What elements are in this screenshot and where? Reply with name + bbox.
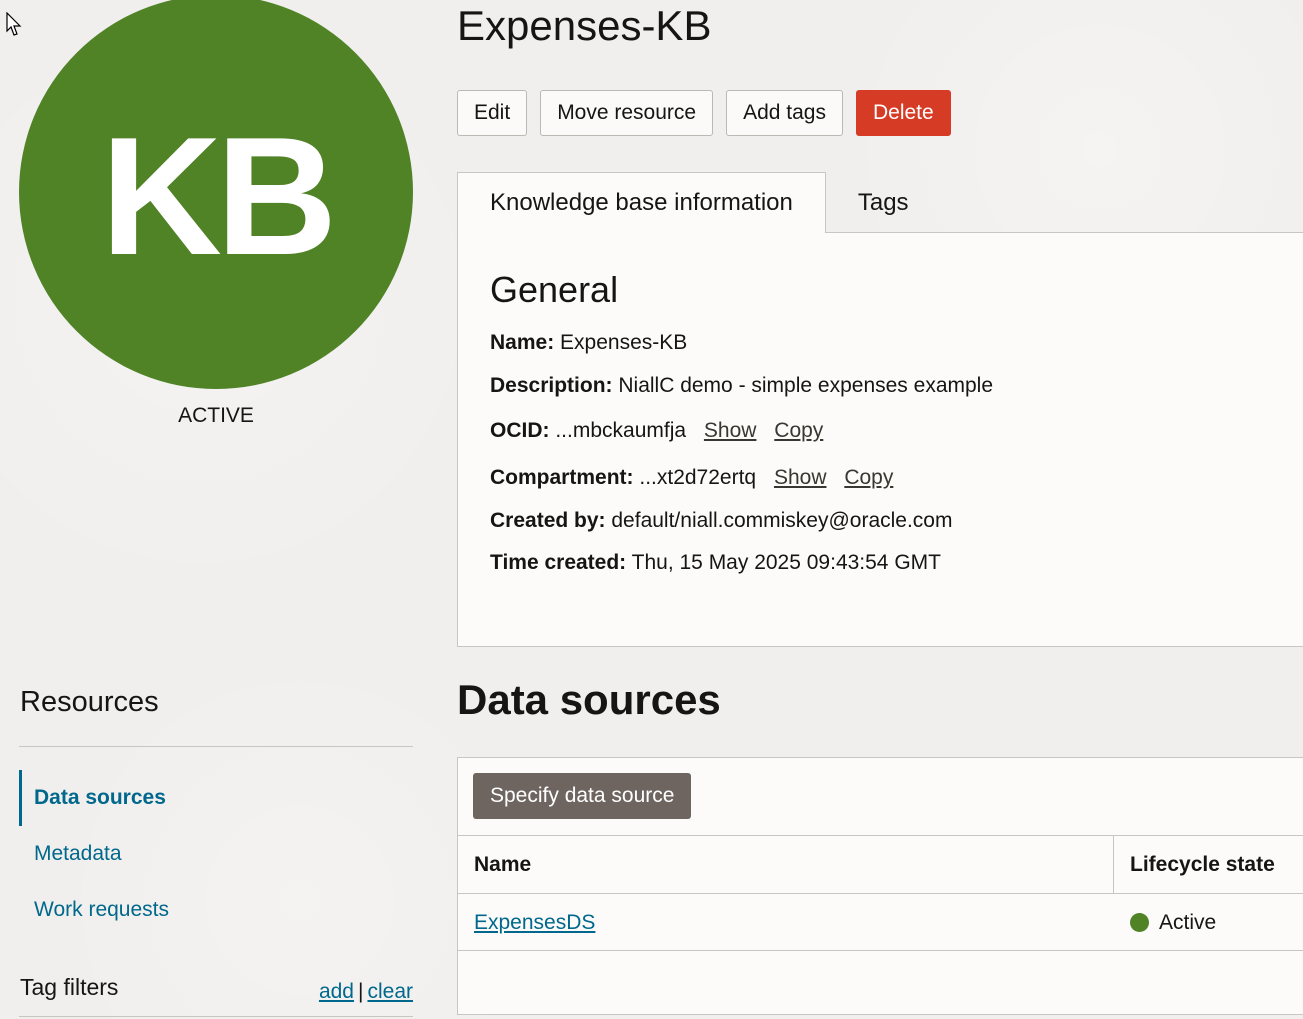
tab-tags[interactable]: Tags: [826, 172, 941, 233]
field-compartment-value: ...xt2d72ertq: [639, 466, 757, 489]
data-sources-panel: Specify data source Name Lifecycle state…: [457, 757, 1303, 1015]
knowledge-base-avatar: KB: [19, 0, 413, 389]
tag-filters-title: Tag filters: [20, 974, 119, 1000]
field-compartment-label: Compartment:: [490, 466, 634, 489]
data-sources-title: Data sources: [457, 676, 721, 723]
field-created-by: Created by: default/niall.commiskey@orac…: [490, 509, 952, 533]
field-time-created-value: Thu, 15 May 2025 09:43:54 GMT: [631, 551, 941, 574]
field-created-by-label: Created by:: [490, 509, 606, 532]
add-tags-button[interactable]: Add tags: [726, 90, 843, 136]
field-name-label: Name:: [490, 331, 555, 354]
data-source-state: Active: [1159, 910, 1217, 934]
field-name: Name: Expenses-KB: [490, 331, 687, 355]
resources-item-work-requests[interactable]: Work requests: [19, 882, 413, 938]
move-resource-button[interactable]: Move resource: [540, 90, 714, 136]
field-ocid-value: ...mbckaumfja: [555, 419, 687, 442]
page-title: Expenses-KB: [457, 2, 712, 49]
data-sources-table: Name Lifecycle state ExpensesDS Active: [458, 835, 1303, 951]
field-created-by-value: default/niall.commiskey@oracle.com: [611, 509, 953, 532]
tag-filters-links: add | clear: [319, 980, 413, 1004]
field-ocid-label: OCID:: [490, 419, 550, 442]
resources-nav: Data sources Metadata Work requests: [19, 770, 413, 938]
field-time-created: Time created: Thu, 15 May 2025 09:43:54 …: [490, 551, 941, 575]
detail-tabs: Knowledge base information Tags: [457, 172, 941, 233]
compartment-copy-link[interactable]: Copy: [844, 466, 893, 489]
ocid-show-link[interactable]: Show: [704, 419, 757, 442]
tab-knowledge-base-information[interactable]: Knowledge base information: [457, 172, 826, 233]
delete-button[interactable]: Delete: [855, 90, 951, 136]
field-time-created-label: Time created:: [490, 551, 627, 574]
data-source-state-cell: Active: [1130, 894, 1216, 951]
tag-filters-separator: |: [358, 980, 364, 1003]
lifecycle-status-label: ACTIVE: [178, 404, 254, 427]
field-description-value: NiallC demo - simple expenses example: [618, 374, 994, 397]
ocid-copy-link[interactable]: Copy: [774, 419, 823, 442]
status-dot-icon: [1130, 913, 1149, 932]
mouse-cursor-icon: [6, 12, 22, 36]
general-section-title: General: [490, 269, 619, 310]
column-header-name[interactable]: Name: [474, 836, 531, 893]
field-description-label: Description:: [490, 374, 613, 397]
table-header-row: Name Lifecycle state: [458, 835, 1303, 893]
action-toolbar: Edit Move resource Add tags Delete: [457, 90, 951, 136]
tag-filters-divider: [19, 1016, 413, 1017]
column-header-lifecycle-state[interactable]: Lifecycle state: [1130, 836, 1275, 893]
resources-title: Resources: [20, 686, 159, 718]
column-divider: [1113, 836, 1114, 893]
field-description: Description: NiallC demo - simple expens…: [490, 374, 993, 398]
tag-filters: Tag filters add | clear: [20, 974, 414, 1014]
avatar-initials: KB: [100, 102, 338, 290]
tag-filters-clear-link[interactable]: clear: [367, 980, 413, 1003]
tag-filters-add-link[interactable]: add: [319, 980, 354, 1003]
data-source-name-cell: ExpensesDS: [474, 894, 595, 951]
field-compartment: Compartment: ...xt2d72ertq Show Copy: [490, 466, 893, 490]
edit-button[interactable]: Edit: [457, 90, 528, 136]
specify-data-source-button[interactable]: Specify data source: [473, 773, 692, 819]
resources-item-data-sources[interactable]: Data sources: [19, 770, 413, 826]
compartment-show-link[interactable]: Show: [774, 466, 827, 489]
table-row: ExpensesDS Active: [458, 893, 1303, 951]
resources-item-metadata[interactable]: Metadata: [19, 826, 413, 882]
field-name-value: Expenses-KB: [560, 331, 688, 354]
data-source-link[interactable]: ExpensesDS: [474, 911, 595, 935]
field-ocid: OCID: ...mbckaumfja Show Copy: [490, 419, 823, 443]
knowledge-base-information-panel: General Name: Expenses-KB Description: N…: [457, 232, 1303, 647]
resources-divider: [19, 746, 413, 747]
